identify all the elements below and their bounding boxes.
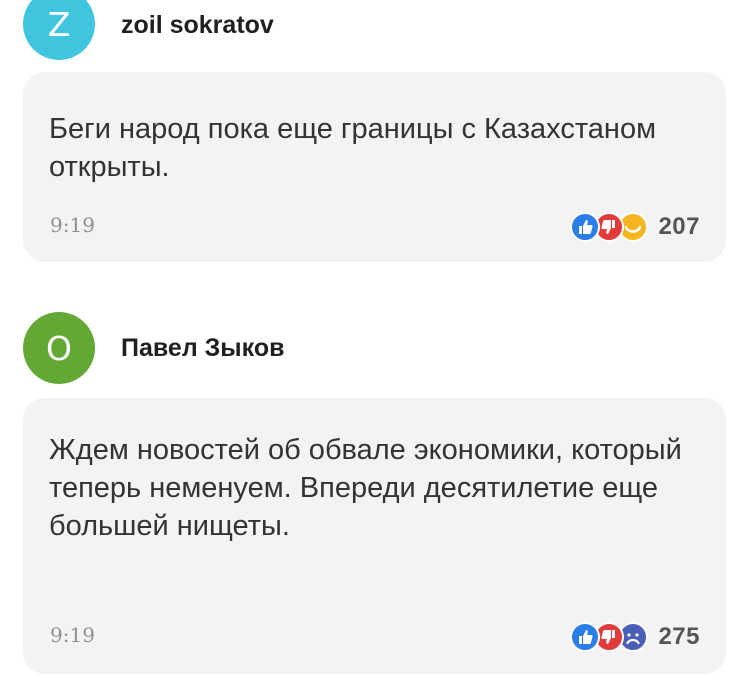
comment-time: 9:19 [50,623,95,647]
avatar[interactable]: О [23,312,95,384]
reactions-bar[interactable]: 207 [570,212,700,242]
comment-author[interactable]: zoil sokratov [121,11,274,40]
thumbs-up-icon[interactable] [570,212,601,242]
reactions-bar[interactable]: 275 [570,622,700,652]
comment-time: 9:19 [50,213,95,237]
comment-bubble: Ждем новостей об обвале экономики, котор… [23,398,726,674]
avatar[interactable]: Z [23,0,95,60]
comment-author[interactable]: Павел Зыков [121,334,284,363]
reaction-count: 207 [658,213,700,240]
comment-bubble: Беги народ пока еще границы с Казахстано… [23,72,726,262]
comment-text: Беги народ пока еще границы с Казахстано… [49,113,657,183]
reaction-count: 275 [658,623,700,650]
thumbs-up-icon[interactable] [570,622,601,652]
comment-text: Ждем новостей об обвале экономики, котор… [49,434,682,542]
